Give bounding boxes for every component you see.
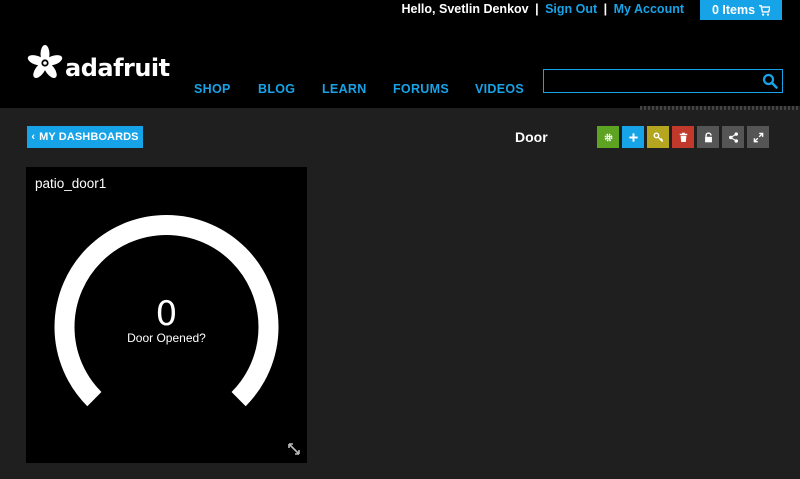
- greeting-text: Hello, Svetlin Denkov: [401, 2, 529, 16]
- trash-icon: [679, 132, 687, 142]
- cart-label: 0 Items: [711, 3, 756, 17]
- account-bar: Hello, Svetlin Denkov | Sign Out | My Ac…: [401, 2, 684, 16]
- nav-videos[interactable]: VIDEOS: [475, 82, 535, 96]
- gear-icon: [604, 133, 612, 141]
- lock-button[interactable]: [697, 126, 719, 148]
- key-icon: [653, 132, 663, 142]
- delete-button[interactable]: [672, 126, 694, 148]
- search-input[interactable]: [543, 69, 783, 93]
- header-divider: [640, 106, 800, 110]
- lock-icon: [704, 131, 712, 142]
- my-account-link[interactable]: My Account: [614, 2, 684, 16]
- separator: |: [603, 2, 608, 16]
- site-header: Hello, Svetlin Denkov | Sign Out | My Ac…: [0, 0, 800, 108]
- sign-out-link[interactable]: Sign Out: [545, 2, 597, 16]
- brand-name: adafruit: [65, 54, 170, 82]
- gauge-value: 0: [155, 294, 178, 334]
- adafruit-flower-icon: [27, 45, 63, 79]
- my-dashboards-label: MY DASHBOARDS: [39, 131, 139, 143]
- nav-learn[interactable]: LEARN: [322, 82, 393, 96]
- share-icon: [728, 131, 738, 143]
- plus-icon: [628, 132, 638, 142]
- adafruit-logo[interactable]: adafruit: [27, 45, 170, 81]
- fullscreen-button[interactable]: [747, 126, 769, 148]
- cart-icon: [759, 4, 771, 16]
- key-button[interactable]: [647, 126, 669, 148]
- gauge-block[interactable]: patio_door1 0 Door Opened?: [26, 167, 307, 463]
- separator: |: [535, 2, 539, 16]
- share-button[interactable]: [722, 126, 744, 148]
- settings-button[interactable]: [597, 126, 619, 148]
- resize-icon[interactable]: [288, 443, 300, 455]
- dashboard-title: Door: [515, 129, 548, 145]
- nav-forums[interactable]: FORUMS: [393, 82, 475, 96]
- chevron-left-icon: ‹: [31, 131, 36, 143]
- search-icon[interactable]: [762, 73, 778, 89]
- nav-blog[interactable]: BLOG: [258, 82, 322, 96]
- add-block-button[interactable]: [622, 126, 644, 148]
- gauge-label: Door Opened?: [127, 331, 206, 345]
- cart-button[interactable]: 0 Items: [700, 0, 782, 20]
- dashboard-toolbar: [597, 126, 769, 148]
- expand-icon: [753, 132, 763, 142]
- main-nav: SHOP BLOG LEARN FORUMS VIDEOS: [194, 82, 535, 96]
- my-dashboards-button[interactable]: ‹ MY DASHBOARDS: [27, 126, 143, 148]
- nav-shop[interactable]: SHOP: [194, 82, 258, 96]
